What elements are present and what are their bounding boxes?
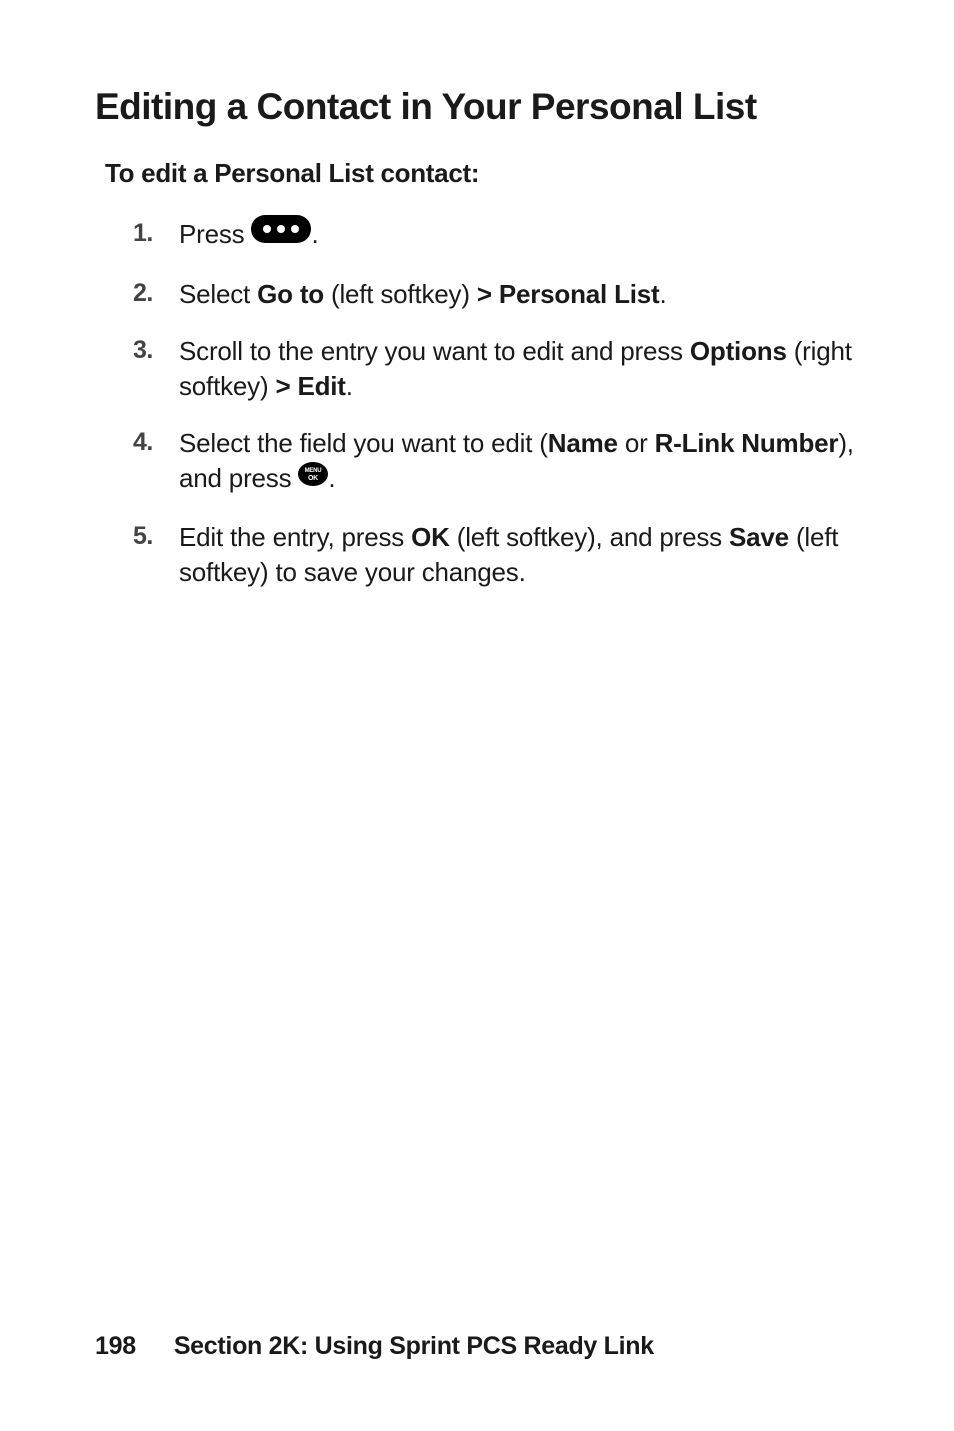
step-number: 4. [133, 426, 179, 460]
page-title: Editing a Contact in Your Personal List [95, 86, 859, 128]
step-number: 2. [133, 277, 179, 311]
text: (left softkey), and press [450, 522, 729, 552]
list-item: 1. Press . [133, 217, 859, 255]
bold: Name [548, 428, 618, 458]
step-number: 1. [133, 217, 179, 251]
subheading: To edit a Personal List contact: [105, 158, 859, 189]
text: . [346, 371, 353, 401]
step-number: 3. [133, 334, 179, 368]
bold: Options [690, 336, 787, 366]
step-body: Select the field you want to edit (Name … [179, 426, 859, 498]
list-item: 2. Select Go to (left softkey) > Persona… [133, 277, 859, 312]
text: (left softkey) [324, 279, 477, 309]
list-item: 4. Select the field you want to edit (Na… [133, 426, 859, 498]
text: . [660, 279, 667, 309]
text: Select the field you want to edit ( [179, 428, 548, 458]
step-body: Select Go to (left softkey) > Personal L… [179, 277, 859, 312]
page-number: 198 [95, 1332, 136, 1360]
bold: OK [411, 522, 450, 552]
svg-text:MENU: MENU [305, 468, 322, 474]
list-item: 3. Scroll to the entry you want to edit … [133, 334, 859, 404]
steps-list: 1. Press . 2. Select Go to (left softkey… [133, 217, 859, 590]
bold: R-Link Number [655, 428, 839, 458]
ready-link-button-icon [251, 215, 311, 252]
text: Select [179, 279, 257, 309]
step-body: Scroll to the entry you want to edit and… [179, 334, 859, 404]
list-item: 5. Edit the entry, press OK (left softke… [133, 520, 859, 590]
text: Scroll to the entry you want to edit and… [179, 336, 690, 366]
svg-text:OK: OK [308, 475, 318, 482]
step-body: Edit the entry, press OK (left softkey),… [179, 520, 859, 590]
step-body: Press . [179, 217, 859, 255]
bold: > Edit [275, 371, 345, 401]
page-footer: 198 Section 2K: Using Sprint PCS Ready Li… [95, 1332, 654, 1361]
text: . [311, 219, 318, 249]
step-number: 5. [133, 520, 179, 554]
text: Edit the entry, press [179, 522, 411, 552]
bold: Save [729, 522, 789, 552]
bold: Go to [257, 279, 324, 309]
text: Press [179, 219, 251, 249]
menu-ok-button-icon: MENUOK [298, 460, 328, 495]
page: Editing a Contact in Your Personal List … [0, 0, 954, 1431]
bold: > Personal List [477, 279, 660, 309]
section-label: Section 2K: Using Sprint PCS Ready Link [174, 1332, 654, 1360]
text: or [618, 428, 655, 458]
text: . [328, 463, 335, 493]
